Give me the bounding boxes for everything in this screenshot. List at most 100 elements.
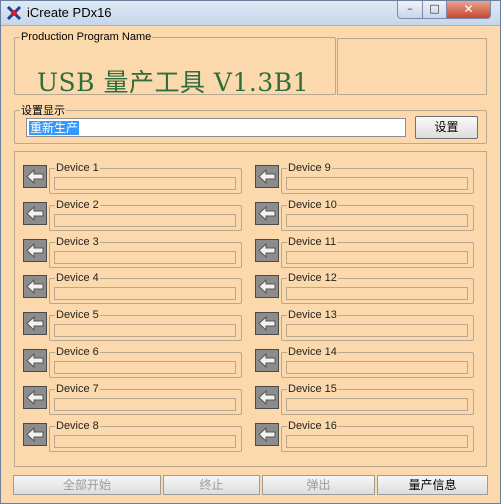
device-7-button[interactable]: [23, 386, 47, 409]
program-name-legend: Production Program Name: [21, 31, 152, 43]
device-7-group: Device 7: [49, 383, 242, 415]
arrow-left-icon: [26, 243, 44, 258]
minimize-icon: –: [407, 2, 413, 15]
minimize-button[interactable]: –: [397, 1, 423, 19]
device-11-button[interactable]: [255, 239, 279, 262]
device-10-button[interactable]: [255, 202, 279, 225]
device-label: Device 13: [288, 309, 337, 321]
device-status-field: [286, 398, 468, 411]
display-value-text: 重新生产: [29, 121, 80, 135]
logo-area: [337, 38, 487, 95]
device-status-field: [54, 214, 236, 227]
device-status-field: [54, 324, 236, 337]
arrow-left-icon: [258, 353, 276, 368]
eject-button[interactable]: 弹出: [262, 475, 375, 495]
device-3-button[interactable]: [23, 239, 47, 262]
arrow-left-icon: [26, 427, 44, 442]
device-16-button[interactable]: [255, 423, 279, 446]
device-2-group: Device 2: [49, 199, 242, 231]
device-1-group: Device 1: [49, 162, 242, 194]
device-status-field: [286, 361, 468, 374]
device-1-button[interactable]: [23, 165, 47, 188]
device-12-button[interactable]: [255, 275, 279, 298]
maximize-icon: □: [429, 2, 440, 15]
device-4-button[interactable]: [23, 275, 47, 298]
device-15-button[interactable]: [255, 386, 279, 409]
device-status-field: [286, 251, 468, 264]
production-info-button[interactable]: 量产信息: [377, 475, 488, 495]
device-label: Device 6: [56, 346, 99, 358]
device-status-field: [286, 287, 468, 300]
app-logo-icon: [6, 5, 22, 21]
device-10-group: Device 10: [281, 199, 474, 231]
arrow-left-icon: [258, 427, 276, 442]
arrow-left-icon: [26, 169, 44, 184]
arrow-left-icon: [26, 279, 44, 294]
arrow-left-icon: [258, 169, 276, 184]
arrow-left-icon: [26, 316, 44, 331]
device-label: Device 14: [288, 346, 337, 358]
device-5-button[interactable]: [23, 312, 47, 335]
device-status-field: [286, 214, 468, 227]
device-label: Device 7: [56, 383, 99, 395]
device-label: Device 11: [288, 236, 337, 248]
device-label: Device 1: [56, 162, 99, 174]
device-label: Device 15: [288, 383, 337, 395]
close-button[interactable]: ✕: [446, 1, 491, 19]
device-13-button[interactable]: [255, 312, 279, 335]
device-3-group: Device 3: [49, 236, 242, 268]
display-legend: 设置显示: [21, 105, 65, 117]
device-2-button[interactable]: [23, 202, 47, 225]
set-button[interactable]: 设置: [415, 116, 478, 139]
device-label: Device 8: [56, 420, 99, 432]
device-11-group: Device 11: [281, 236, 474, 268]
app-window: iCreate PDx16 – □ ✕ Production Program N…: [0, 0, 501, 504]
arrow-left-icon: [26, 353, 44, 368]
close-icon: ✕: [463, 2, 474, 16]
device-status-field: [54, 177, 236, 190]
device-8-group: Device 8: [49, 420, 242, 452]
device-8-button[interactable]: [23, 423, 47, 446]
device-status-field: [286, 435, 468, 448]
display-value-field[interactable]: 重新生产: [26, 118, 406, 137]
device-6-button[interactable]: [23, 349, 47, 372]
device-label: Device 3: [56, 236, 99, 248]
start-all-button[interactable]: 全部开始: [13, 475, 161, 495]
device-12-group: Device 12: [281, 272, 474, 304]
arrow-left-icon: [258, 390, 276, 405]
device-status-field: [54, 435, 236, 448]
device-label: Device 12: [288, 272, 337, 284]
device-label: Device 16: [288, 420, 337, 432]
device-status-field: [54, 287, 236, 300]
arrow-left-icon: [258, 316, 276, 331]
program-name-group: Production Program Name USB 量产工具 V1.3B1: [14, 31, 336, 97]
maximize-button[interactable]: □: [422, 1, 447, 19]
arrow-left-icon: [258, 243, 276, 258]
arrow-left-icon: [258, 206, 276, 221]
arrow-left-icon: [258, 279, 276, 294]
device-status-field: [286, 177, 468, 190]
device-4-group: Device 4: [49, 272, 242, 304]
title-bar[interactable]: iCreate PDx16 – □ ✕: [1, 1, 500, 26]
device-16-group: Device 16: [281, 420, 474, 452]
arrow-left-icon: [26, 390, 44, 405]
window-title: iCreate PDx16: [27, 5, 112, 20]
device-14-button[interactable]: [255, 349, 279, 372]
device-13-group: Device 13: [281, 309, 474, 341]
stop-button[interactable]: 终止: [163, 475, 260, 495]
device-9-group: Device 9: [281, 162, 474, 194]
arrow-left-icon: [26, 206, 44, 221]
device-status-field: [286, 324, 468, 337]
device-6-group: Device 6: [49, 346, 242, 378]
device-14-group: Device 14: [281, 346, 474, 378]
device-label: Device 2: [56, 199, 99, 211]
device-15-group: Device 15: [281, 383, 474, 415]
device-9-button[interactable]: [255, 165, 279, 188]
device-status-field: [54, 361, 236, 374]
device-5-group: Device 5: [49, 309, 242, 341]
device-label: Device 4: [56, 272, 99, 284]
device-label: Device 9: [288, 162, 331, 174]
device-status-field: [54, 398, 236, 411]
device-status-field: [54, 251, 236, 264]
device-label: Device 5: [56, 309, 99, 321]
